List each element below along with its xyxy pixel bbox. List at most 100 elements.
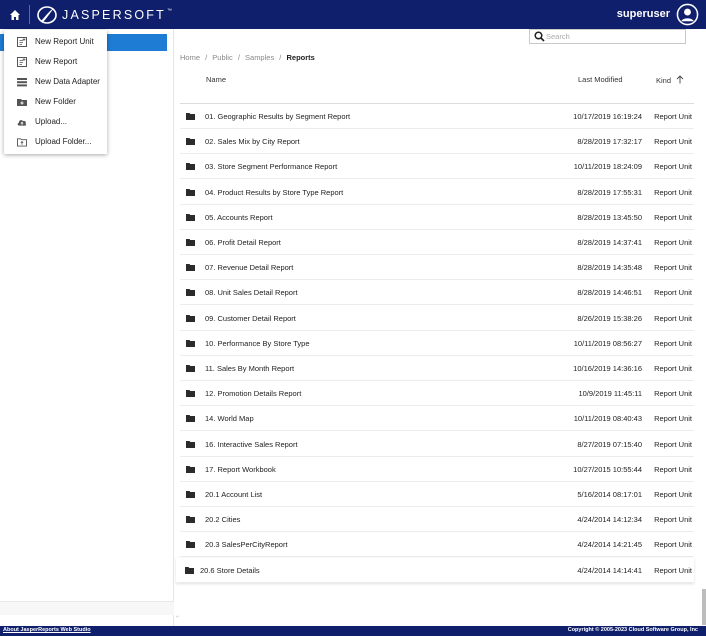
- home-button[interactable]: [0, 0, 29, 29]
- resource-kind: Report Unit: [654, 137, 692, 147]
- column-header-name[interactable]: Name: [206, 75, 226, 84]
- folder-icon: [186, 163, 195, 171]
- table-row[interactable]: 12. Promotion Details Report 10/9/2019 11…: [180, 381, 694, 407]
- folder-icon: [186, 415, 195, 423]
- report-name[interactable]: 03. Store Segment Performance Report: [205, 162, 337, 171]
- menu-item-upload-folder[interactable]: Upload Folder...: [4, 131, 107, 152]
- resource-kind: Report Unit: [654, 238, 692, 247]
- folder-icon: [186, 516, 195, 524]
- breadcrumb-separator: /: [279, 53, 282, 62]
- search-placeholder: Search: [546, 32, 570, 41]
- last-modified: 8/27/2019 07:15:40: [577, 439, 642, 449]
- sort-ascending-icon: [676, 75, 684, 84]
- upload-folder-icon: [17, 137, 27, 147]
- report-name[interactable]: 10. Performance By Store Type: [205, 339, 310, 348]
- table-row[interactable]: 08. Unit Sales Detail Report 8/28/2019 14…: [180, 280, 694, 306]
- report-name[interactable]: 05. Accounts Report: [205, 213, 273, 222]
- report-name[interactable]: 01. Geographic Results by Segment Report: [205, 112, 350, 121]
- report-name[interactable]: 06. Profit Detail Report: [205, 238, 281, 247]
- folder-icon: [186, 339, 195, 347]
- table-row[interactable]: 01. Geographic Results by Segment Report…: [180, 104, 694, 129]
- folder-icon: [186, 264, 195, 272]
- user-name[interactable]: superuser: [617, 8, 670, 20]
- report-name[interactable]: 04. Product Results by Store Type Report: [205, 188, 343, 197]
- report-name[interactable]: 12. Promotion Details Report: [205, 389, 301, 398]
- breadcrumb-separator: /: [205, 53, 208, 62]
- table-row[interactable]: 02. Sales Mix by City Report 8/28/2019 17…: [180, 129, 694, 155]
- last-modified: 4/24/2014 14:21:45: [577, 540, 642, 550]
- column-header-kind[interactable]: Kind: [656, 75, 684, 85]
- home-icon: [9, 9, 20, 20]
- jaspersoft-swoosh-icon: [37, 5, 57, 24]
- breadcrumb-home[interactable]: Home: [180, 53, 200, 62]
- menu-item-new-report-unit[interactable]: New Report Unit: [4, 31, 107, 52]
- about-link[interactable]: About JasperReports Web Studio: [3, 627, 91, 633]
- table-row[interactable]: 05. Accounts Report 8/28/2019 13:45:50 Rep…: [180, 205, 694, 230]
- menu-item-upload[interactable]: Upload...: [4, 111, 107, 132]
- table-row[interactable]: 11. Sales By Month Report 10/16/2019 14:3…: [180, 356, 694, 381]
- menu-item-label: New Report: [35, 57, 78, 66]
- menu-item-new-folder[interactable]: New Folder: [4, 91, 107, 112]
- resource-kind: Report Unit: [654, 464, 692, 474]
- table-row[interactable]: 03. Store Segment Performance Report 10/1…: [180, 154, 694, 180]
- table-row[interactable]: 20.1 Account List 5/16/2014 08:17:01 Repor…: [180, 482, 694, 507]
- last-modified: 10/16/2019 14:36:16: [573, 364, 642, 373]
- folder-icon: [186, 390, 195, 398]
- menu-item-new-report[interactable]: New Report: [4, 51, 107, 72]
- column-header-last-modified[interactable]: Last Modified: [578, 75, 623, 84]
- vertical-scrollbar[interactable]: [702, 589, 706, 625]
- report-name[interactable]: 20.3 SalesPerCityReport: [205, 540, 288, 549]
- report-name[interactable]: 17. Report Workbook: [205, 465, 276, 474]
- table-row[interactable]: 20.6 Store Details 4/24/2014 14:14:41 Repo…: [176, 557, 694, 583]
- resource-kind: Report Unit: [654, 162, 692, 172]
- resource-kind: Report Unit: [654, 490, 692, 499]
- folder-icon: [186, 365, 195, 372]
- last-modified: 10/27/2015 10:55:44: [573, 464, 642, 474]
- table-row[interactable]: 04. Product Results by Store Type Report…: [180, 180, 694, 205]
- user-circle-icon[interactable]: [676, 3, 699, 26]
- folder-icon: [186, 465, 195, 473]
- footer: About JasperReports Web Studio Copyright…: [0, 626, 706, 636]
- report-name[interactable]: 16. Interactive Sales Report: [205, 440, 298, 449]
- new-report-unit-icon: [17, 37, 27, 47]
- report-name[interactable]: 14. World Map: [205, 414, 254, 423]
- resize-grip[interactable]: ⌐: [176, 614, 180, 620]
- menu-item-new-data-adapter[interactable]: New Data Adapter: [4, 71, 107, 92]
- report-name[interactable]: 08. Unit Sales Detail Report: [205, 288, 298, 297]
- resource-kind: Report Unit: [654, 212, 692, 222]
- table-row[interactable]: 20.2 Cities 4/24/2014 14:12:34 Report Unit: [180, 507, 694, 533]
- last-modified: 8/28/2019 13:45:50: [577, 212, 642, 222]
- menu-item-label: New Data Adapter: [35, 77, 100, 86]
- report-name[interactable]: 20.1 Account List: [205, 490, 262, 499]
- report-name[interactable]: 20.2 Cities: [205, 515, 240, 524]
- menu-item-label: New Folder: [35, 97, 76, 106]
- resource-kind: Report Unit: [654, 313, 692, 323]
- folder-icon: [186, 491, 195, 498]
- table-row[interactable]: 10. Performance By Store Type 10/11/2019 …: [180, 331, 694, 356]
- table-row[interactable]: 06. Profit Detail Report 8/28/2019 14:37:…: [180, 230, 694, 255]
- last-modified: 8/28/2019 14:37:41: [577, 238, 642, 247]
- folder-icon: [186, 213, 195, 221]
- report-name[interactable]: 09. Customer Detail Report: [205, 314, 296, 323]
- search-input[interactable]: Search: [529, 29, 686, 44]
- resource-kind: Report Unit: [654, 112, 692, 121]
- menu-item-label: Upload...: [35, 117, 68, 126]
- breadcrumb-samples[interactable]: Samples: [245, 53, 274, 62]
- resource-kind: Report Unit: [654, 187, 692, 197]
- report-name[interactable]: 02. Sales Mix by City Report: [205, 137, 300, 146]
- table-row[interactable]: 20.3 SalesPerCityReport 4/24/2014 14:21:4…: [180, 532, 694, 558]
- report-name[interactable]: 11. Sales By Month Report: [205, 364, 294, 373]
- table-row[interactable]: 16. Interactive Sales Report 8/27/2019 07…: [180, 432, 694, 457]
- report-name[interactable]: 20.6 Store Details: [200, 566, 260, 575]
- table-row[interactable]: 14. World Map 10/11/2019 08:40:43 Report U…: [180, 406, 694, 432]
- left-panel-scrollbar[interactable]: [0, 601, 174, 615]
- last-modified: 8/26/2019 15:38:26: [577, 313, 642, 323]
- breadcrumb-public[interactable]: Public: [212, 53, 232, 62]
- resource-kind: Report Unit: [654, 338, 692, 348]
- brand-name: JASPERSOFT: [62, 7, 166, 22]
- table-row[interactable]: 17. Report Workbook 10/27/2015 10:55:44 Re…: [180, 457, 694, 482]
- table-row[interactable]: 09. Customer Detail Report 8/26/2019 15:3…: [180, 306, 694, 331]
- jaspersoft-logo[interactable]: JASPERSOFT ™: [36, 3, 172, 26]
- report-name[interactable]: 07. Revenue Detail Report: [205, 263, 293, 272]
- table-row[interactable]: 07. Revenue Detail Report 8/28/2019 14:35…: [180, 255, 694, 281]
